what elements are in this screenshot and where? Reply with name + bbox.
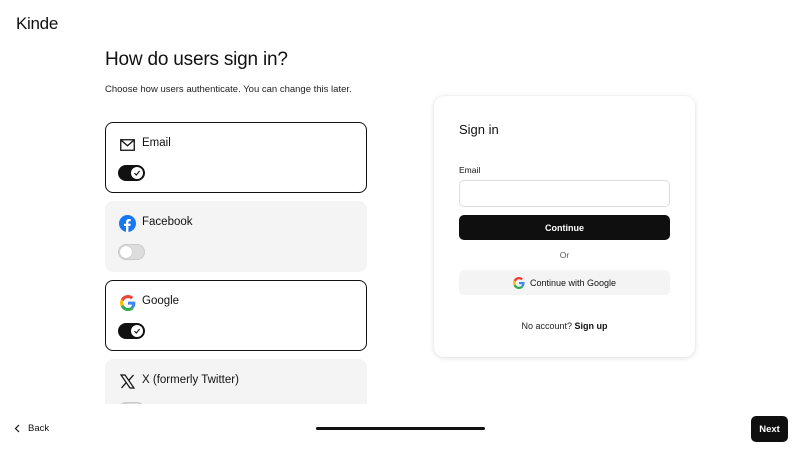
auth-option-facebook[interactable]: Facebook [105,201,367,272]
next-button[interactable]: Next [751,416,788,442]
facebook-icon [119,215,136,232]
x-icon [119,373,136,390]
auth-option-email[interactable]: Email [105,122,367,193]
sign-in-preview-card: Sign in Email Continue Or Continue with … [434,96,695,357]
page-title: How do users sign in? [105,49,288,70]
email-label: Email [459,165,481,175]
auth-option-label: Facebook [142,216,193,228]
back-label: Back [28,423,50,434]
page-subtitle: Choose how users authenticate. You can c… [105,84,352,95]
kinde-logo: Kinde [16,14,58,33]
google-button-label: Continue with Google [529,277,617,288]
email-field[interactable] [459,180,670,207]
progress-fill [316,427,485,430]
auth-option-x[interactable]: X (formerly Twitter) [105,359,367,404]
check-icon [134,170,141,176]
auth-option-label: X (formerly Twitter) [142,374,239,386]
auth-options-list: Email Facebook Google X (formerly Twitte… [105,122,367,404]
google-toggle[interactable] [118,323,145,339]
auth-option-label: Email [142,137,171,149]
continue-with-google-button[interactable]: Continue with Google [459,270,670,295]
chevron-left-icon [14,424,21,433]
back-button[interactable]: Back [14,423,49,434]
check-icon [134,328,141,334]
or-divider: Or [559,250,570,260]
email-toggle[interactable] [118,165,145,181]
x-toggle[interactable] [118,402,145,404]
toggle-knob [120,246,132,258]
google-icon [512,276,525,289]
auth-option-label: Google [142,295,180,307]
no-account-text: No account? [521,321,573,331]
facebook-toggle[interactable] [118,244,145,260]
sign-in-title: Sign in [459,122,499,137]
sign-up-link[interactable]: Sign up [575,321,608,331]
mail-icon [119,136,136,153]
toggle-knob [131,167,143,179]
auth-option-google[interactable]: Google [105,280,367,351]
google-icon [119,294,136,311]
signup-row: No account? Sign up [434,321,695,331]
toggle-knob [131,325,143,337]
continue-button[interactable]: Continue [459,215,670,240]
progress-bar [316,427,485,430]
